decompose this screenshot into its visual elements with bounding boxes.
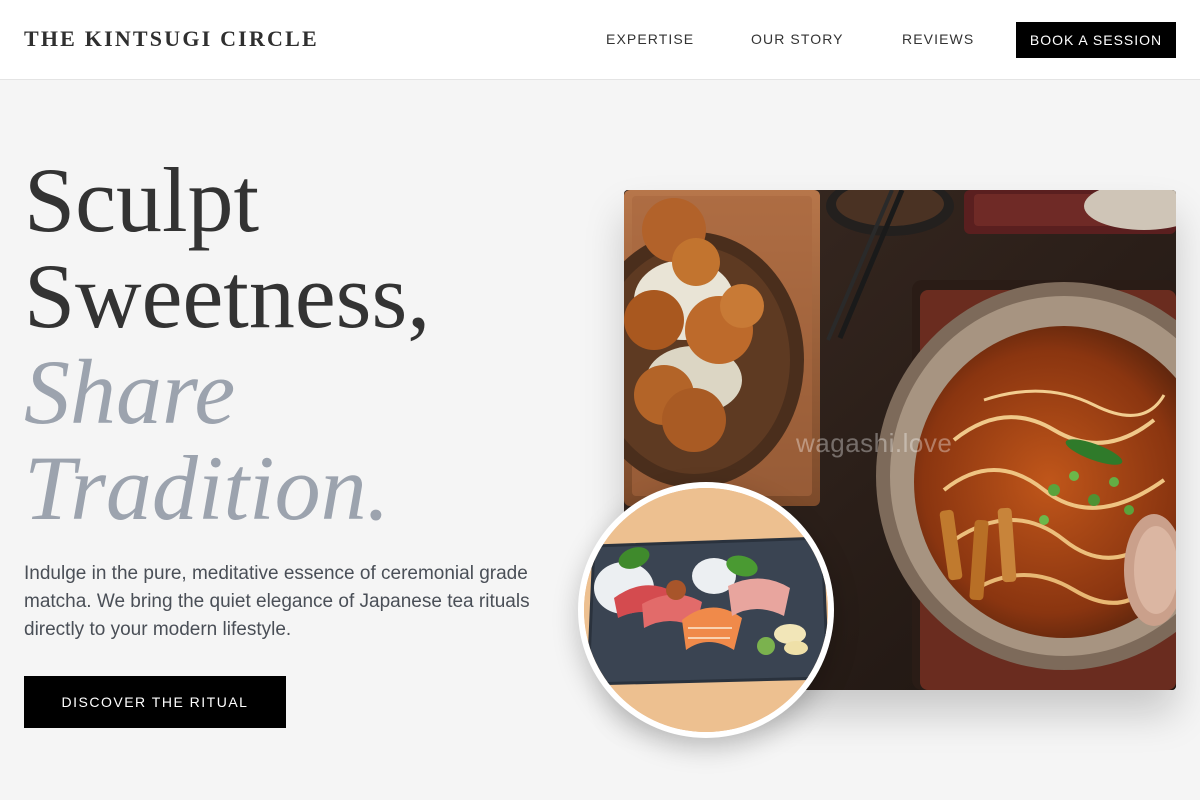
book-session-button[interactable]: BOOK A SESSION xyxy=(1016,22,1176,58)
nav-reviews[interactable]: REVIEWS xyxy=(902,31,974,47)
nav-expertise[interactable]: EXPERTISE xyxy=(606,31,694,47)
hero-title: Sculpt Sweetness, Share Tradition. xyxy=(24,152,430,536)
brand-logo[interactable]: THE KINTSUGI CIRCLE xyxy=(24,26,319,52)
nav-our-story[interactable]: OUR STORY xyxy=(751,31,844,47)
discover-ritual-button[interactable]: DISCOVER THE RITUAL xyxy=(24,676,286,728)
hero-title-accent-line1: Share xyxy=(24,341,236,443)
site-header: THE KINTSUGI CIRCLE EXPERTISE OUR STORY … xyxy=(0,0,1200,80)
hero-title-line2: Sweetness, xyxy=(24,245,431,347)
hero-title-accent-line2: Tradition. xyxy=(24,437,390,539)
hero-description: Indulge in the pure, meditative essence … xyxy=(24,563,530,640)
sashimi-plate-photo xyxy=(584,488,828,732)
photo-watermark: wagashi.love xyxy=(796,428,953,458)
sashimi-plate-illustration xyxy=(584,488,828,732)
sashimi-photo-frame xyxy=(578,482,834,738)
hero-title-line1: Sculpt xyxy=(24,149,260,251)
